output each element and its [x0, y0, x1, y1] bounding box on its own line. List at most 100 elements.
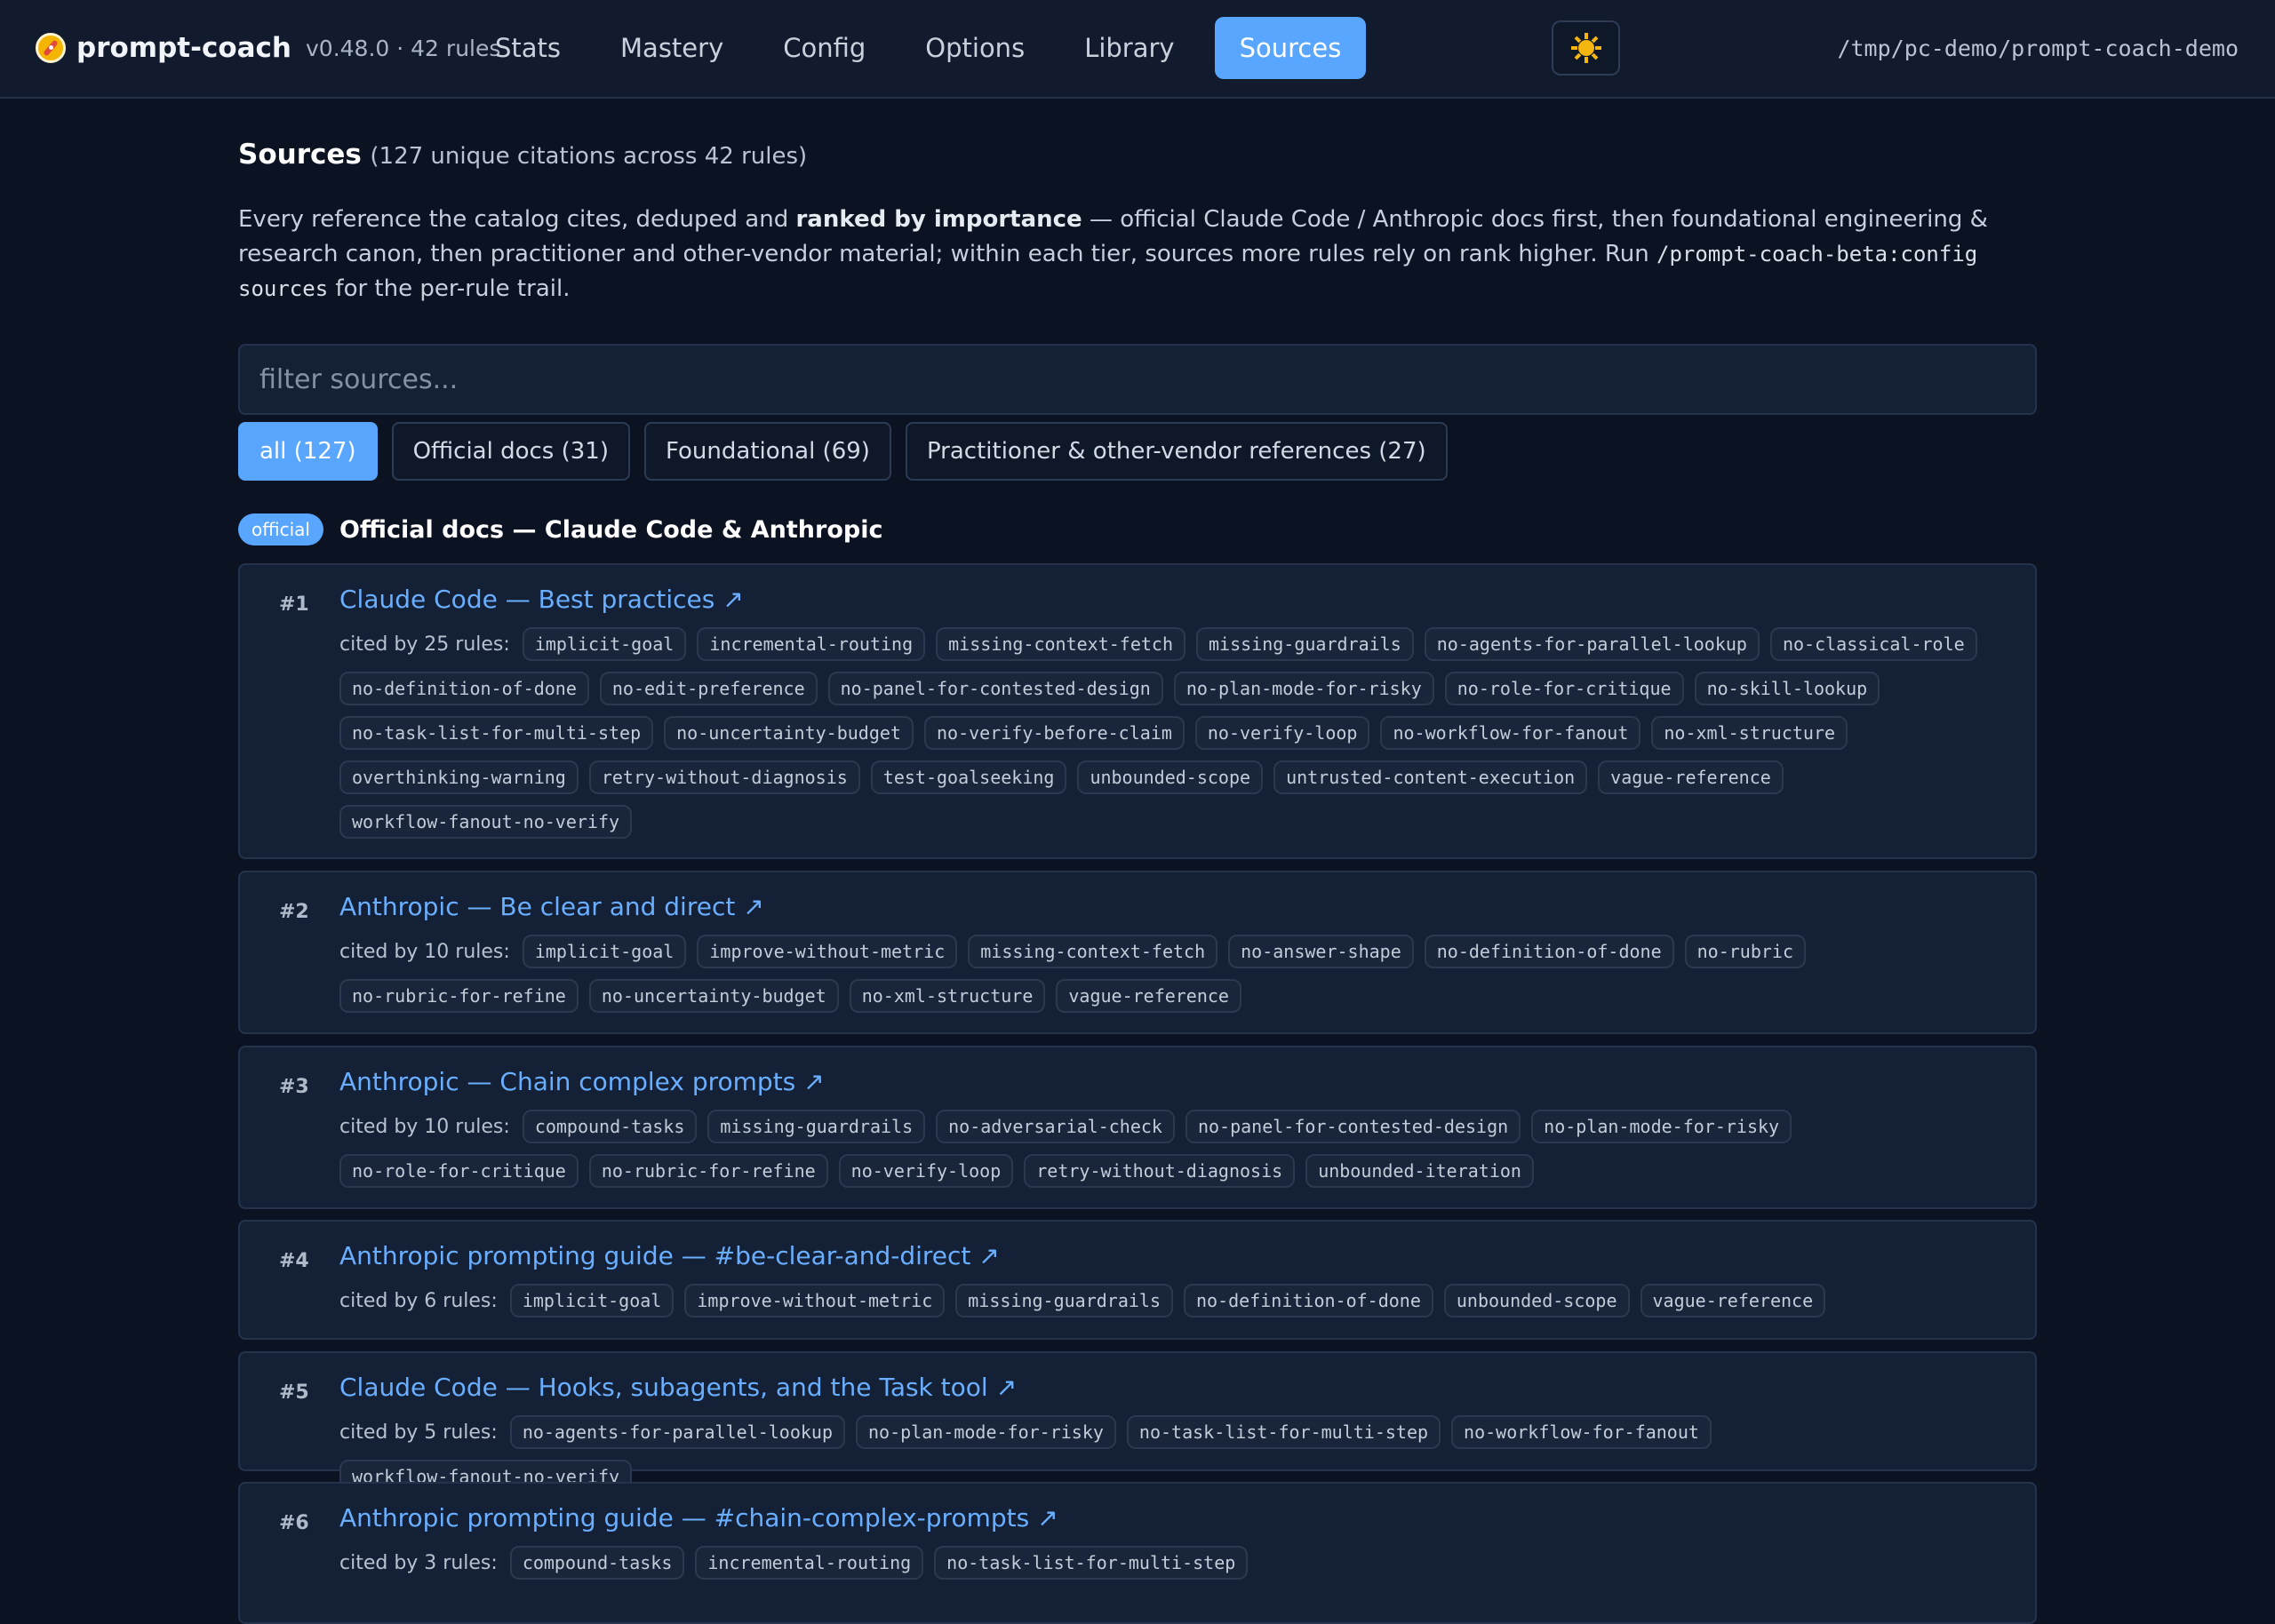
rule-tag[interactable]: unbounded-scope [1077, 760, 1264, 794]
source-rank: #4 [279, 1250, 309, 1272]
rule-tag[interactable]: missing-context-fetch [968, 935, 1218, 968]
source-card: #5 Claude Code — Hooks, subagents, and th… [238, 1351, 2037, 1493]
chip-practitioner[interactable]: Practitioner & other-vendor references (… [905, 422, 1448, 481]
chip-foundational[interactable]: Foundational (69) [644, 422, 891, 481]
rule-tag[interactable]: no-verify-loop [838, 1154, 1014, 1188]
nav-options[interactable]: Options [906, 17, 1044, 79]
rule-tag[interactable]: no-role-for-critique [1444, 672, 1684, 705]
rule-tag[interactable]: untrusted-content-execution [1273, 760, 1588, 794]
rule-tag[interactable]: no-classical-role [1769, 627, 1977, 661]
rule-tag[interactable]: no-xml-structure [1651, 716, 1848, 750]
rule-tag[interactable]: no-definition-of-done [1184, 1284, 1433, 1318]
rule-tag[interactable]: missing-guardrails [707, 1110, 926, 1143]
rule-tag[interactable]: compound-tasks [522, 1110, 698, 1143]
intro-text: Every reference the catalog cites, dedup… [238, 206, 1988, 302]
nav-config[interactable]: Config [763, 17, 885, 79]
nav-stats[interactable]: Stats [475, 17, 580, 79]
app-name: prompt-coach [76, 32, 291, 64]
cited-by-label: cited by 10 rules: [339, 940, 510, 963]
rule-tag[interactable]: no-rubric-for-refine [339, 979, 579, 1013]
source-link[interactable]: Claude Code — Best practices ↗ [339, 585, 744, 614]
rule-tag[interactable]: no-plan-mode-for-risky [1531, 1110, 1792, 1143]
chip-official[interactable]: Official docs (31) [391, 422, 630, 481]
rule-tag[interactable]: no-agents-for-parallel-lookup [509, 1415, 846, 1449]
source-rank: #6 [279, 1512, 309, 1534]
rule-tag[interactable]: missing-guardrails [955, 1284, 1174, 1318]
rule-tag[interactable]: retry-without-diagnosis [1024, 1154, 1296, 1188]
rule-tag[interactable]: unbounded-scope [1443, 1284, 1630, 1318]
rule-tag[interactable]: incremental-routing [695, 1546, 924, 1580]
nav-library[interactable]: Library [1065, 17, 1193, 79]
rule-tag[interactable]: no-adversarial-check [936, 1110, 1175, 1143]
rule-tag[interactable]: no-panel-for-contested-design [1185, 1110, 1521, 1143]
source-link[interactable]: Anthropic — Chain complex prompts ↗ [339, 1067, 825, 1096]
rule-tag[interactable]: no-task-list-for-multi-step [339, 716, 654, 750]
source-link[interactable]: Anthropic — Be clear and direct ↗ [339, 892, 764, 921]
source-rank: #5 [279, 1381, 309, 1404]
compass-icon [36, 33, 66, 63]
rule-tag[interactable]: no-skill-lookup [1694, 672, 1880, 705]
rule-tag[interactable]: implicit-goal [509, 1284, 675, 1318]
rule-tag[interactable]: vague-reference [1056, 979, 1241, 1013]
rule-tag[interactable]: no-xml-structure [849, 979, 1046, 1013]
rule-tag[interactable]: no-plan-mode-for-risky [1173, 672, 1434, 705]
cited-by-label: cited by 6 rules: [339, 1289, 498, 1312]
rule-tag[interactable]: no-rubric [1684, 935, 1807, 968]
rule-tag[interactable]: no-definition-of-done [339, 672, 589, 705]
brand[interactable]: prompt-coach v0.48.0 · 42 rules [36, 0, 500, 96]
rule-tag[interactable]: no-rubric-for-refine [588, 1154, 828, 1188]
rule-tag[interactable]: vague-reference [1640, 1284, 1826, 1318]
rule-tag[interactable]: improve-without-metric [684, 1284, 946, 1318]
rule-tag[interactable]: missing-guardrails [1196, 627, 1414, 661]
cited-by-label: cited by 25 rules: [339, 633, 510, 656]
rule-tag[interactable]: missing-context-fetch [936, 627, 1186, 661]
rule-tag[interactable]: vague-reference [1598, 760, 1784, 794]
rule-tag[interactable]: no-verify-before-claim [923, 716, 1185, 750]
rule-tag[interactable]: no-uncertainty-budget [664, 716, 914, 750]
source-link[interactable]: Claude Code — Hooks, subagents, and the … [339, 1373, 1017, 1402]
rule-tag[interactable]: implicit-goal [522, 627, 687, 661]
rule-tag[interactable]: overthinking-warning [339, 760, 579, 794]
rule-tag[interactable]: no-definition-of-done [1424, 935, 1674, 968]
rule-tag[interactable]: retry-without-diagnosis [588, 760, 860, 794]
rule-tag[interactable]: no-verify-loop [1194, 716, 1370, 750]
cited-by-label: cited by 10 rules: [339, 1115, 510, 1138]
tier-filter-chips: all (127) Official docs (31) Foundationa… [238, 422, 1448, 481]
rule-tag[interactable]: no-task-list-for-multi-step [1126, 1415, 1441, 1449]
nav-mastery[interactable]: Mastery [601, 17, 743, 79]
rule-tag[interactable]: implicit-goal [522, 935, 687, 968]
tier-badge: official [238, 513, 323, 545]
source-card: #1 Claude Code — Best practices ↗ cited by… [238, 563, 2037, 859]
rule-tag[interactable]: no-plan-mode-for-risky [856, 1415, 1116, 1449]
source-card: #4 Anthropic prompting guide — #be-clear-… [238, 1220, 2037, 1340]
rule-tag[interactable]: compound-tasks [509, 1546, 685, 1580]
page-title-text: Sources [238, 139, 362, 171]
rule-tag[interactable]: no-task-list-for-multi-step [934, 1546, 1249, 1580]
source-link[interactable]: Anthropic prompting guide — #chain-compl… [339, 1503, 1058, 1532]
nav-sources[interactable]: Sources [1214, 17, 1367, 79]
rule-tag[interactable]: test-goalseeking [870, 760, 1067, 794]
chip-all[interactable]: all (127) [238, 422, 378, 481]
rule-tag[interactable]: incremental-routing [697, 627, 926, 661]
section-header: official Official docs — Claude Code & A… [238, 513, 883, 545]
source-card: #3 Anthropic — Chain complex prompts ↗ cit… [238, 1046, 2037, 1209]
filter-input[interactable]: filter sources... [238, 344, 2037, 415]
rule-tags: cited by 6 rules: implicit-goal improve-wi… [339, 1284, 2010, 1318]
citation-count: (127 unique citations across 42 rules) [370, 143, 808, 170]
rule-tag[interactable]: unbounded-iteration [1305, 1154, 1534, 1188]
rule-tag[interactable]: no-role-for-critique [339, 1154, 579, 1188]
rule-tags: cited by 25 rules: implicit-goal increment… [339, 627, 2010, 839]
rule-tag[interactable]: no-panel-for-contested-design [827, 672, 1163, 705]
rule-tag[interactable]: improve-without-metric [697, 935, 958, 968]
rule-tag[interactable]: no-workflow-for-fanout [1451, 1415, 1712, 1449]
rule-tag[interactable]: no-agents-for-parallel-lookup [1424, 627, 1760, 661]
cited-by-label: cited by 5 rules: [339, 1421, 498, 1444]
rule-tag[interactable]: no-workflow-for-fanout [1380, 716, 1641, 750]
rule-tag[interactable]: workflow-fanout-no-verify [339, 805, 633, 839]
theme-toggle-button[interactable] [1552, 20, 1620, 76]
rule-tags: cited by 3 rules: compound-tasks increment… [339, 1546, 2010, 1580]
source-link[interactable]: Anthropic prompting guide — #be-clear-an… [339, 1241, 1000, 1270]
rule-tag[interactable]: no-answer-shape [1228, 935, 1414, 968]
rule-tag[interactable]: no-edit-preference [599, 672, 818, 705]
rule-tag[interactable]: no-uncertainty-budget [588, 979, 839, 1013]
